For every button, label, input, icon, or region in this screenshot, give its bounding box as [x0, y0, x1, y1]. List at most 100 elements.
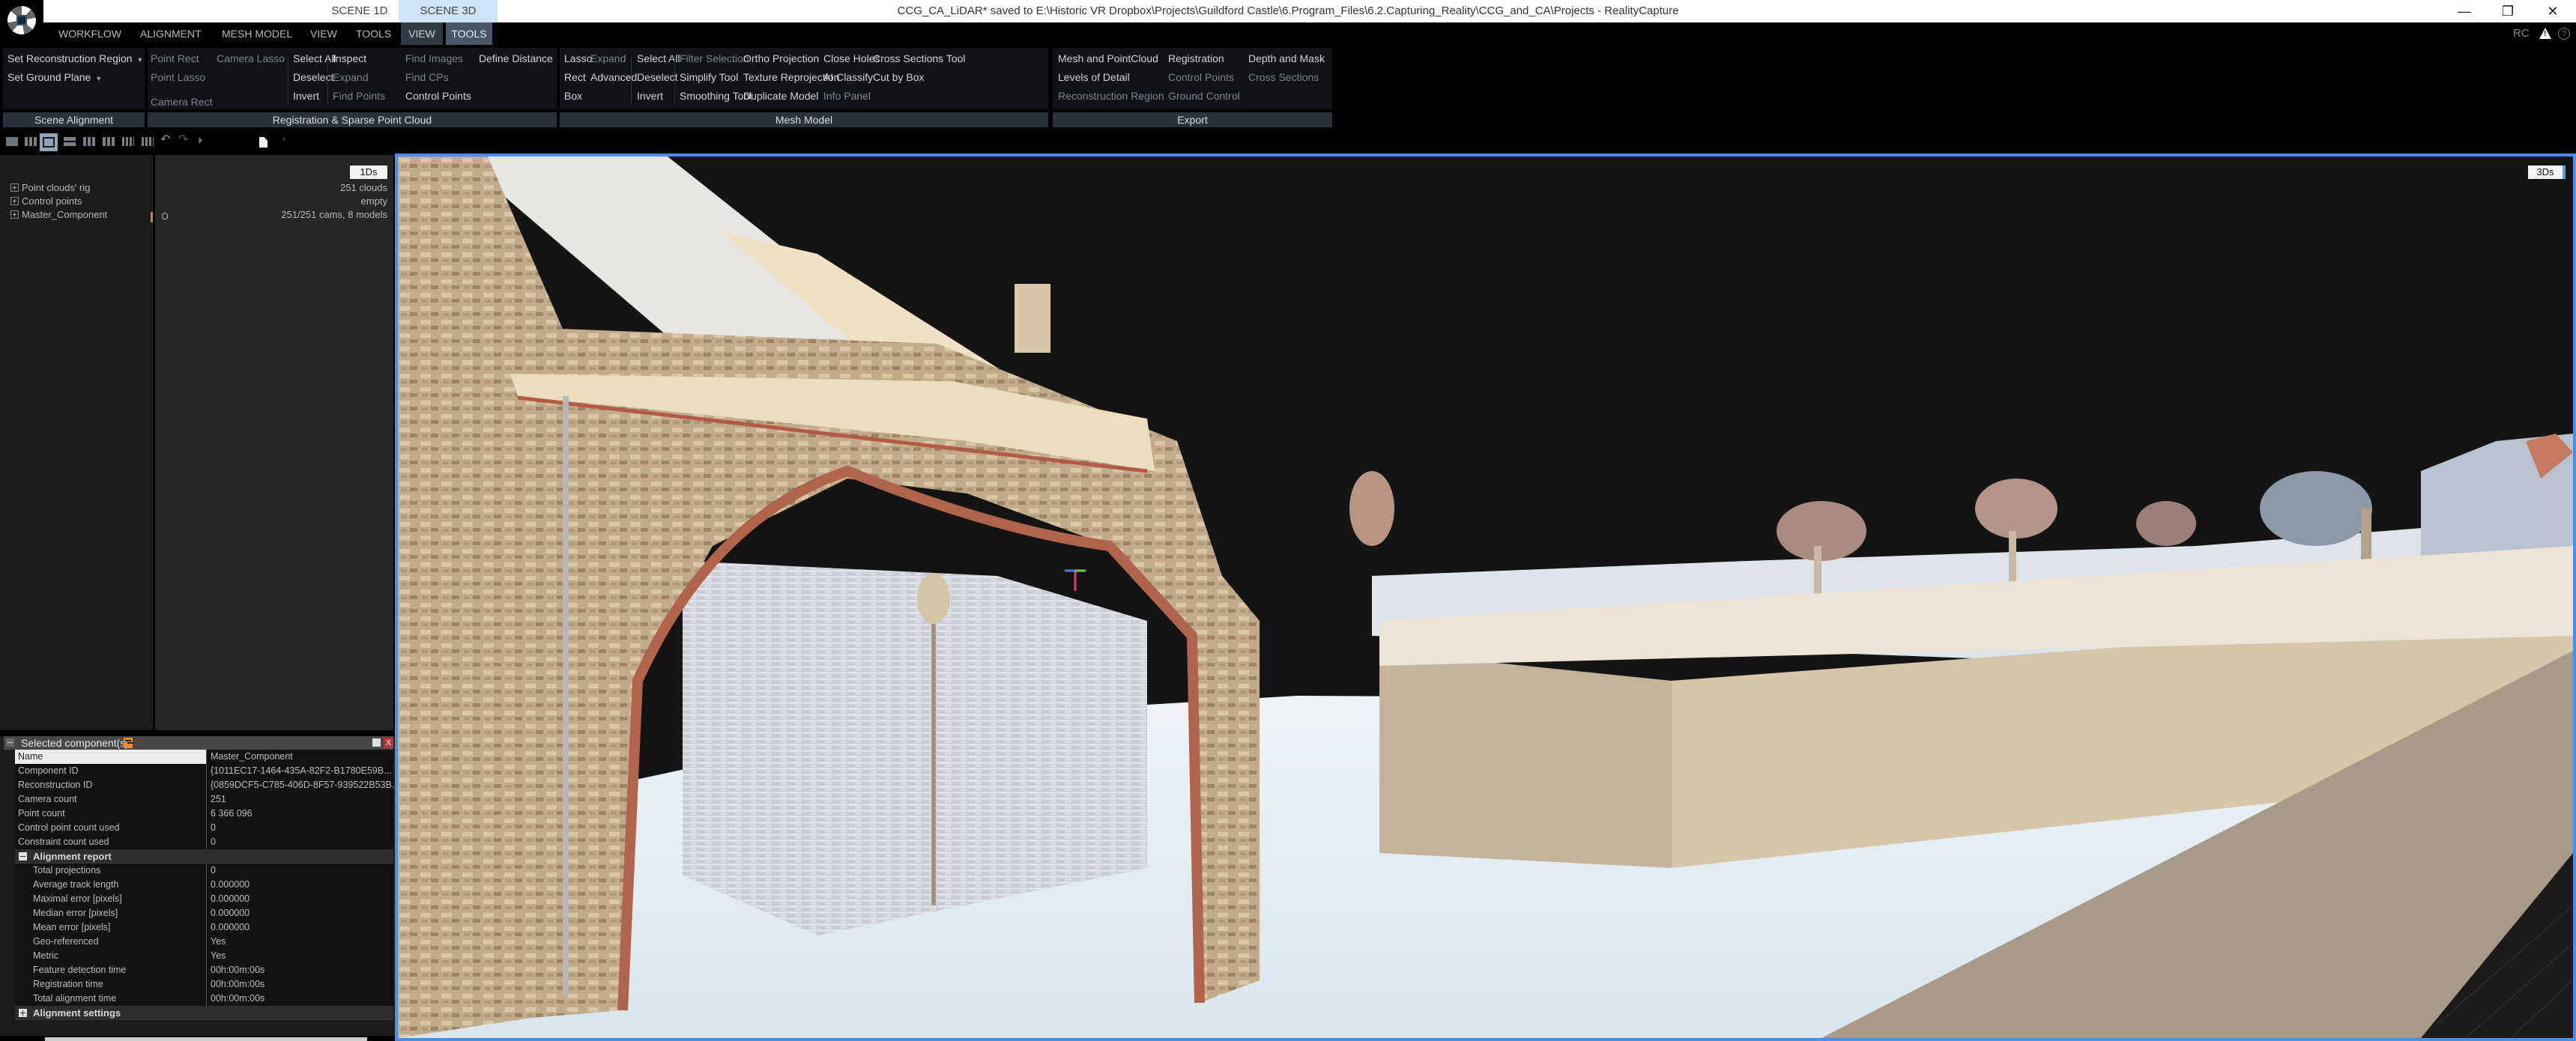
3d-viewport[interactable]: 3Ds [395, 154, 2576, 1041]
expand-mesh-button[interactable]: Expand [590, 52, 626, 64]
fast-forward-icon[interactable]: ⏵ [198, 135, 210, 146]
menu-tools[interactable]: TOOLS [356, 22, 391, 45]
rect-button[interactable]: Rect [564, 71, 586, 83]
undo-icon[interactable]: ↶ [160, 134, 172, 146]
tab-scene-1d[interactable]: SCENE 1D [322, 0, 397, 22]
table-row[interactable]: Constraint count used 0 [15, 835, 393, 849]
app-logo-icon[interactable] [0, 0, 43, 45]
section-alignment-settings[interactable]: Alignment settings [15, 1006, 393, 1020]
table-row[interactable]: Metric Yes [15, 949, 393, 963]
expand-button[interactable]: Expand [333, 71, 368, 83]
view-badge-1ds[interactable]: 1Ds [350, 166, 387, 179]
table-row[interactable]: Point count 6 366 096 [15, 807, 393, 821]
control-points-button[interactable]: Control Points [405, 90, 471, 102]
export-mesh-pointcloud-button[interactable]: Mesh and PointCloud [1058, 52, 1158, 64]
export-cross-sections-button[interactable]: Cross Sections [1248, 71, 1319, 83]
box-button[interactable]: Box [564, 90, 582, 102]
export-reconstruction-region-button[interactable]: Reconstruction Region [1058, 90, 1164, 102]
duplicate-model-button[interactable]: Duplicate Model [743, 90, 818, 102]
cut-by-box-button[interactable]: Cut by Box [873, 71, 924, 83]
menu-mesh-model[interactable]: MESH MODEL [222, 22, 292, 45]
set-ground-plane-button[interactable]: Set Ground Plane ▼ [7, 71, 102, 83]
set-reconstruction-region-button[interactable]: Set Reconstruction Region ▼ [7, 52, 143, 64]
export-levels-of-detail-button[interactable]: Levels of Detail [1058, 71, 1130, 83]
layout-2-icon[interactable] [25, 137, 37, 146]
new-file-icon[interactable] [259, 137, 267, 148]
expand-icon[interactable] [10, 197, 19, 205]
table-row[interactable]: Total projections 0 [15, 864, 393, 878]
table-row[interactable]: Component ID {1011EC17-1464-435A-82F2-B17… [15, 764, 393, 778]
expand-icon[interactable] [10, 210, 19, 219]
table-row[interactable]: Camera count 251 [15, 792, 393, 807]
table-row[interactable]: Mean error [pixels] 0.000000 [15, 920, 393, 935]
horizontal-scrollbar[interactable] [45, 1037, 367, 1041]
layout-8-icon[interactable] [142, 137, 154, 146]
point-lasso-button[interactable]: Point Lasso [151, 71, 205, 83]
help-icon[interactable]: ? [2558, 28, 2570, 40]
table-row[interactable]: Maximal error [pixels] 0.000000 [15, 892, 393, 906]
deselect-mesh-button[interactable]: Deselect [637, 71, 677, 83]
ortho-projection-button[interactable]: Ortho Projection [743, 52, 819, 64]
panel-close-button[interactable]: X [384, 738, 393, 748]
menu-workflow[interactable]: WORKFLOW [58, 22, 121, 45]
menu-tools-contextual[interactable]: TOOLS [446, 22, 492, 45]
advanced-button[interactable]: Advanced [590, 71, 637, 83]
table-row[interactable]: Name Master_Component [15, 750, 393, 764]
export-ground-control-button[interactable]: Ground Control [1168, 90, 1240, 102]
tree-item-control-points[interactable]: Control points [10, 195, 82, 208]
menu-view-contextual[interactable]: VIEW [401, 22, 443, 45]
filter-selection-button[interactable]: Filter Selection [680, 52, 749, 64]
select-all-mesh-button[interactable]: Select All [637, 52, 680, 64]
ai-classify-button[interactable]: AI Classify [823, 71, 873, 83]
table-row[interactable]: Median error [pixels] 0.000000 [15, 906, 393, 920]
export-control-points-button[interactable]: Control Points [1168, 71, 1234, 83]
view-badge-3ds[interactable]: 3Ds [2528, 166, 2566, 179]
invert-mesh-button[interactable]: Invert [637, 90, 663, 102]
layout-1-icon[interactable] [6, 137, 18, 146]
tree-item-master-component[interactable]: Master_Component [10, 208, 107, 222]
redo-icon[interactable]: ↷ [178, 134, 190, 146]
section-alignment-report[interactable]: Alignment report [15, 849, 393, 864]
table-row[interactable]: Reconstruction ID {0859DCF5-C785-406D-8F5… [15, 778, 393, 792]
info-panel-button[interactable]: Info Panel [823, 90, 871, 102]
camera-rect-button[interactable]: Camera Rect [151, 96, 212, 108]
pin-icon[interactable] [124, 738, 133, 748]
collapse-icon[interactable] [6, 738, 14, 747]
expand-icon[interactable] [19, 1009, 27, 1017]
table-row[interactable]: Control point count used 0 [15, 821, 393, 835]
layout-7-icon[interactable] [122, 137, 134, 146]
expand-icon[interactable] [10, 183, 19, 192]
minimize-button[interactable]: — [2447, 0, 2482, 22]
invert-button[interactable]: Invert [293, 90, 319, 102]
camera-lasso-button[interactable]: Camera Lasso [217, 52, 285, 64]
simplify-tool-button[interactable]: Simplify Tool [680, 71, 738, 83]
table-row[interactable]: Feature detection time 00h:00m:00s [15, 963, 393, 977]
point-rect-button[interactable]: Point Rect [151, 52, 199, 64]
table-row[interactable]: Registration time 00h:00m:00s [15, 977, 393, 992]
layout-6-icon[interactable] [103, 137, 115, 146]
warning-icon[interactable] [2539, 28, 2551, 39]
menu-alignment[interactable]: ALIGNMENT [140, 22, 202, 45]
menu-view[interactable]: VIEW [310, 22, 337, 45]
select-all-button[interactable]: Select All [293, 52, 336, 64]
rc-label[interactable]: RC [2513, 22, 2530, 45]
close-holes-button[interactable]: Close Holes [823, 52, 880, 64]
export-depth-mask-button[interactable]: Depth and Mask [1248, 52, 1325, 64]
cross-sections-tool-button[interactable]: Cross Sections Tool [873, 52, 965, 64]
overflow-icon[interactable]: ⩡ [282, 136, 294, 145]
layout-5-icon[interactable] [83, 137, 95, 146]
lasso-button[interactable]: Lasso [564, 52, 592, 64]
table-row[interactable]: Average track length 0.000000 [15, 878, 393, 892]
dock-arrows-icon[interactable] [372, 738, 381, 747]
tab-scene-3d[interactable]: SCENE 3D [399, 0, 498, 22]
export-registration-button[interactable]: Registration [1168, 52, 1224, 64]
layout-4-icon[interactable] [64, 137, 76, 146]
layout-3-icon-selected[interactable] [40, 133, 58, 151]
property-value[interactable]: Master_Component [207, 750, 393, 764]
find-images-button[interactable]: Find Images [405, 52, 463, 64]
maximize-button[interactable]: ❐ [2491, 0, 2525, 22]
smoothing-tool-button[interactable]: Smoothing Tool [680, 90, 752, 102]
table-row[interactable]: Total alignment time 00h:00m:00s [15, 992, 393, 1006]
tree-item-point-clouds-rig[interactable]: Point clouds' rig [10, 181, 90, 195]
inspect-button[interactable]: Inspect [333, 52, 366, 64]
